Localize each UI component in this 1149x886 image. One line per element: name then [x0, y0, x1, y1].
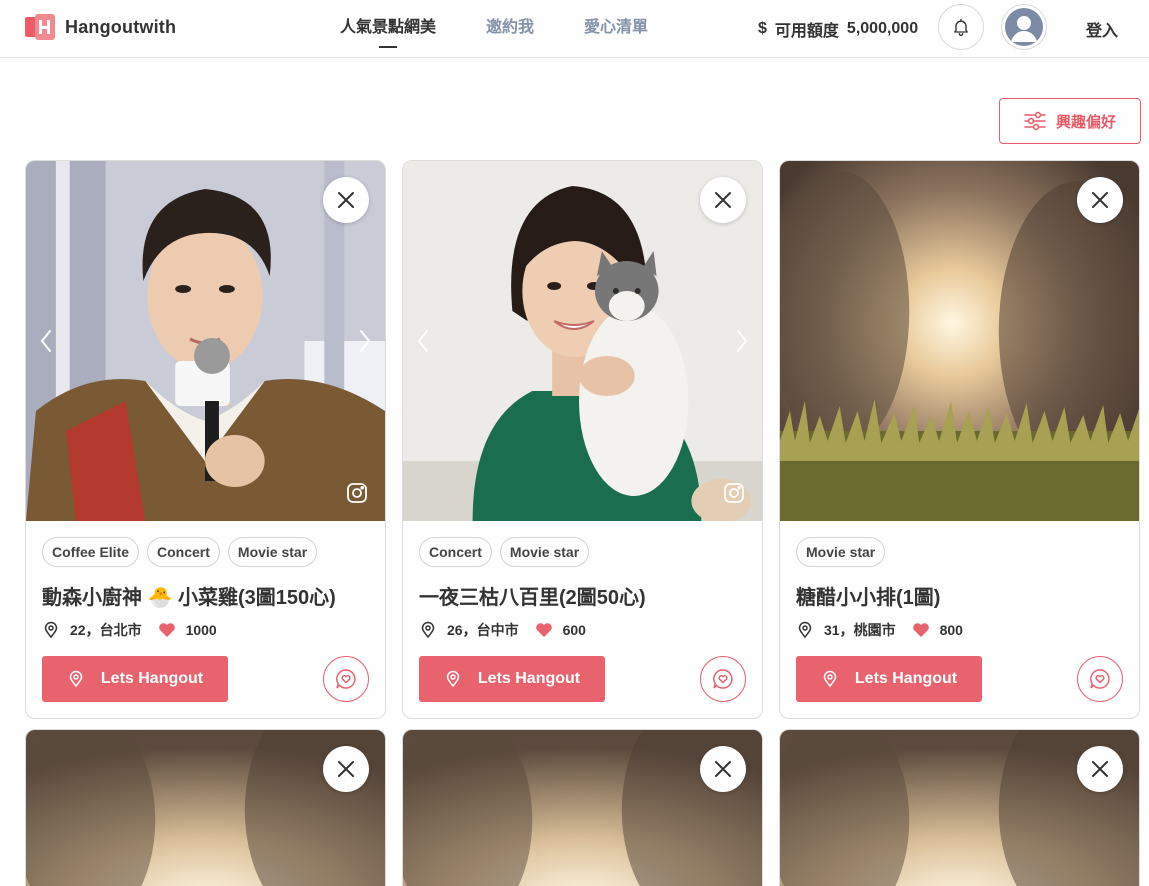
profile-card[interactable]	[779, 729, 1140, 886]
nav-tab-favorites[interactable]: 愛心清單	[584, 0, 648, 58]
credit-label: 可用額度	[774, 23, 839, 40]
interest-tags: Concert Movie star	[419, 537, 746, 567]
profile-photo-carousel[interactable]	[780, 730, 1139, 886]
profile-location: 22，台北市	[70, 622, 142, 638]
profile-meta: 31，桃園市 800	[796, 620, 1123, 640]
location-pin-icon	[823, 670, 837, 688]
interest-filter-label: 興趣偏好	[1055, 113, 1116, 131]
login-link[interactable]: 登入	[1086, 17, 1118, 41]
location-pin-icon	[69, 670, 83, 688]
user-avatar-button[interactable]	[1001, 4, 1047, 50]
profile-photo-carousel[interactable]	[26, 161, 385, 521]
close-icon	[715, 761, 731, 777]
interest-tags: Movie star	[796, 537, 1123, 567]
profile-photo-carousel[interactable]	[26, 730, 385, 886]
profile-photo-carousel[interactable]	[403, 730, 762, 886]
location-pin-icon	[421, 621, 435, 639]
close-icon	[338, 192, 354, 208]
card-body: Concert Movie star 一夜三枯八百里(2圖50心) 26，台中市…	[403, 521, 762, 718]
location-pin-icon	[44, 621, 58, 639]
profile-name: 一夜三枯八百里(2圖50心)	[419, 587, 646, 609]
card-actions: Lets Hangout	[42, 656, 369, 702]
interest-tag: Movie star	[499, 537, 590, 567]
profile-card[interactable]	[25, 729, 386, 886]
dismiss-card-button[interactable]	[323, 177, 369, 223]
location-pin-icon	[446, 670, 460, 688]
heart-icon	[912, 623, 929, 637]
chat-button[interactable]	[323, 656, 369, 702]
chat-heart-icon	[336, 669, 356, 689]
interest-tag: Concert	[147, 537, 220, 567]
profile-meta: 26，台中市 600	[419, 620, 746, 640]
profile-card[interactable]: Coffee Elite Concert Movie star 動森小廚神 🐣 …	[25, 160, 386, 719]
instagram-icon[interactable]	[723, 482, 745, 504]
profile-name: 動森小廚神 🐣 小菜雞(3圖150心)	[42, 587, 336, 609]
chat-heart-icon	[1090, 669, 1110, 689]
brand-name: Hangoutwith	[65, 16, 177, 37]
profile-photo-carousel[interactable]	[403, 161, 762, 521]
credit-display: $ 可用額度 5,000,000	[758, 17, 918, 41]
profile-location: 26，台中市	[447, 622, 519, 638]
credit-value: 5,000,000	[846, 20, 919, 37]
profile-card[interactable]	[402, 729, 763, 886]
main-nav: 人氣景點網美 邀約我 愛心清單	[340, 0, 648, 58]
instagram-icon[interactable]	[346, 482, 368, 504]
prev-photo-arrow[interactable]	[36, 327, 56, 355]
lets-hangout-button[interactable]: Lets Hangout	[419, 656, 605, 702]
next-photo-arrow[interactable]	[355, 327, 375, 355]
brand-logo[interactable]: Hangoutwith	[25, 14, 176, 40]
interest-tag: Movie star	[796, 537, 886, 567]
dismiss-card-button[interactable]	[700, 746, 746, 792]
nav-tab-popular[interactable]: 人氣景點網美	[340, 0, 436, 58]
sliders-icon	[1024, 111, 1046, 131]
chat-heart-icon	[713, 669, 733, 689]
interest-tag: Movie star	[227, 537, 318, 567]
next-photo-arrow[interactable]	[732, 327, 752, 355]
profile-likes: 800	[939, 622, 963, 638]
profile-card[interactable]: Movie star 糖醋小小排(1圖) 31，桃園市 800 Lets Han…	[779, 160, 1140, 719]
profile-likes: 1000	[185, 622, 217, 638]
chat-button[interactable]	[1077, 656, 1123, 702]
nav-tab-invites[interactable]: 邀約我	[486, 0, 534, 58]
location-pin-icon	[798, 621, 812, 639]
close-icon	[1092, 192, 1108, 208]
lets-hangout-button[interactable]: Lets Hangout	[796, 656, 982, 702]
profile-meta: 22，台北市 1000	[42, 620, 369, 640]
interest-filter-button[interactable]: 興趣偏好	[999, 98, 1141, 144]
close-icon	[1092, 761, 1108, 777]
logo-icon	[25, 14, 55, 40]
notifications-button[interactable]	[938, 4, 984, 50]
interest-tag: Concert	[419, 537, 492, 567]
card-actions: Lets Hangout	[419, 656, 746, 702]
dismiss-card-button[interactable]	[1077, 177, 1123, 223]
chat-button[interactable]	[700, 656, 746, 702]
profile-likes: 600	[562, 622, 586, 638]
lets-hangout-button[interactable]: Lets Hangout	[42, 656, 228, 702]
profile-card[interactable]: Concert Movie star 一夜三枯八百里(2圖50心) 26，台中市…	[402, 160, 763, 719]
heart-icon	[158, 623, 175, 637]
prev-photo-arrow[interactable]	[413, 327, 433, 355]
interest-tag: Coffee Elite	[42, 537, 140, 567]
card-actions: Lets Hangout	[796, 656, 1123, 702]
dismiss-card-button[interactable]	[1077, 746, 1123, 792]
card-body: Movie star 糖醋小小排(1圖) 31，桃園市 800 Lets Han…	[780, 521, 1139, 718]
bell-icon	[954, 18, 968, 36]
heart-icon	[535, 623, 552, 637]
dismiss-card-button[interactable]	[323, 746, 369, 792]
dollar-icon: $	[758, 20, 767, 37]
avatar	[1005, 8, 1043, 46]
dismiss-card-button[interactable]	[700, 177, 746, 223]
interest-tags: Coffee Elite Concert Movie star	[42, 537, 369, 567]
lets-hangout-label: Lets Hangout	[477, 670, 581, 687]
profile-photo-carousel[interactable]	[780, 161, 1139, 521]
profile-location: 31，桃園市	[824, 622, 896, 638]
card-body: Coffee Elite Concert Movie star 動森小廚神 🐣 …	[26, 521, 385, 718]
lets-hangout-label: Lets Hangout	[854, 670, 958, 687]
user-icon	[1011, 16, 1037, 42]
top-navbar: Hangoutwith 人氣景點網美 邀約我 愛心清單 $ 可用額度 5,000…	[0, 0, 1149, 58]
close-icon	[338, 761, 354, 777]
close-icon	[715, 192, 731, 208]
lets-hangout-label: Lets Hangout	[100, 670, 204, 687]
profile-name: 糖醋小小排(1圖)	[796, 587, 941, 609]
